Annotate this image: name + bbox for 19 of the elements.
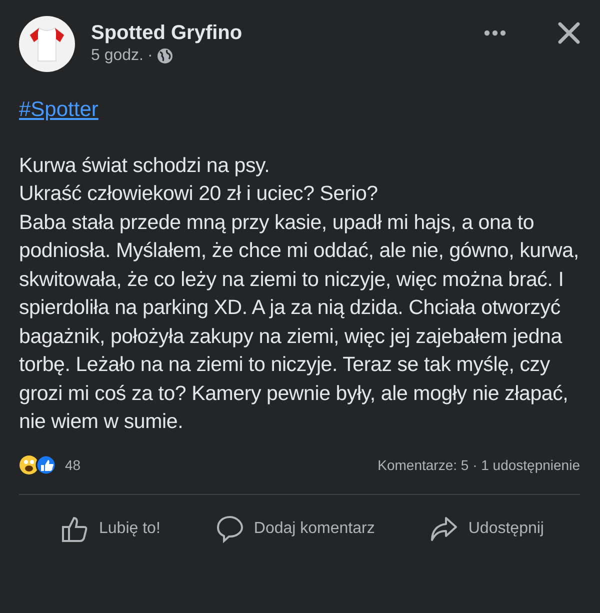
reaction-icons	[19, 455, 57, 475]
post-time[interactable]: 5 godz.	[91, 45, 144, 67]
like-icon	[61, 514, 89, 542]
globe-icon	[156, 48, 173, 64]
more-icon[interactable]	[484, 30, 506, 36]
close-icon[interactable]	[558, 22, 580, 44]
reaction-count[interactable]: 48	[65, 454, 81, 476]
page-name[interactable]: Spotted Gryfino	[91, 21, 468, 45]
comment-button[interactable]: Dodaj komentarz	[210, 506, 381, 550]
share-icon	[430, 514, 458, 542]
post-text: Kurwa świat schodzi na psy.	[19, 152, 271, 178]
separator: ·	[147, 46, 153, 66]
share-button[interactable]: Udostępnij	[424, 506, 550, 550]
like-button[interactable]: Lubię to!	[55, 506, 166, 550]
comment-icon	[216, 514, 244, 542]
hashtag-link[interactable]: #Spotter	[19, 94, 98, 126]
post-text: Ukraść człowiekowi 20 zł i uciec? Serio?	[19, 181, 379, 207]
post-text: Baba stała przede mną przy kasie, upadł mi hajs, a ona to podniosła. Myślałem, że chce mi oddać, ale nie, gówno, kurwa, skwitowała, że co leży na ziemi to niczyje, więc można brać. I spierdoliła na parking XD. A ja za nią dzida. Chciała otworzyć bagażnik, położyła zakupy na ziemi, więc jej zajebałem jedna torbę. Leżało na na ziemi to niczyje. Teraz se tak myślę, czy grozi mi coś za to? Kamery pewnie były, ale mogły nie złapać, nie wiem w sumie.	[19, 210, 579, 435]
comments-shares-count[interactable]: Komentarze: 5 · 1 udostępnienie	[378, 454, 580, 476]
